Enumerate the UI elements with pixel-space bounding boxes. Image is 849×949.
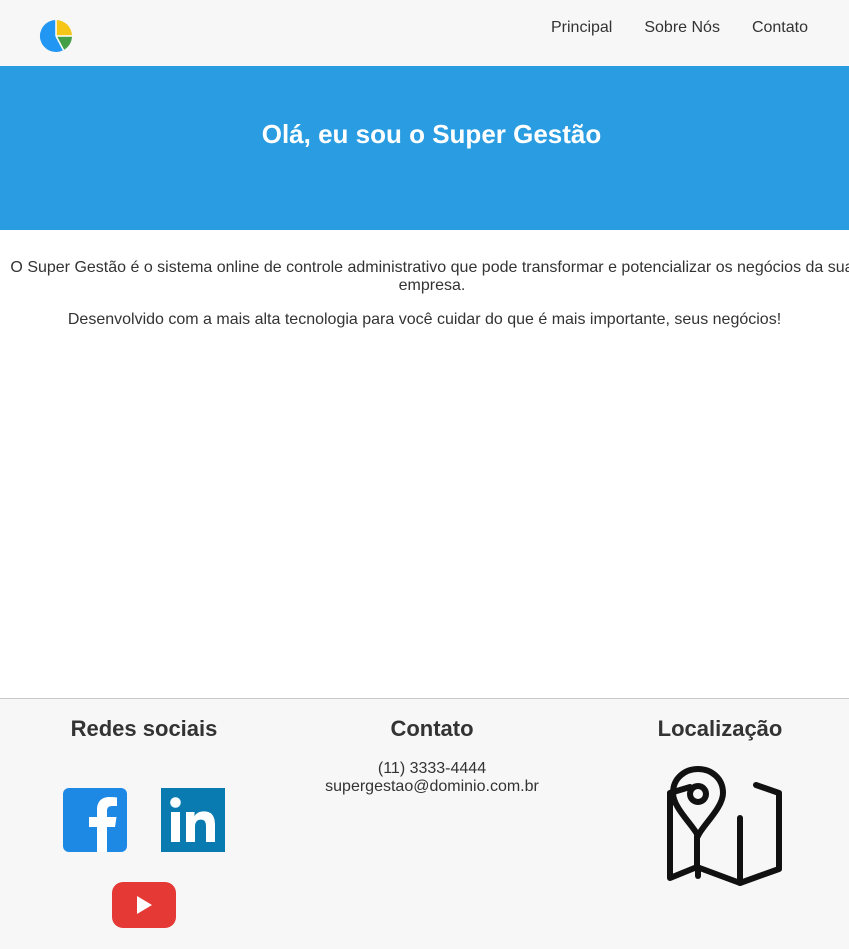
footer: Redes sociais Contato (11) 3333-4444 sup… — [0, 698, 849, 949]
facebook-icon[interactable] — [63, 788, 127, 852]
map-icon[interactable] — [654, 766, 786, 888]
tech-paragraph: Desenvolvido com a mais alta tecnologia … — [67, 311, 782, 328]
contact-email[interactable]: supergestao@dominio.com.br — [288, 778, 576, 796]
hero-title: Olá, eu sou o Super Gestão — [261, 119, 602, 149]
main-nav: Principal Sobre Nós Contato — [551, 18, 808, 38]
nav-link-sobre-nos[interactable]: Sobre Nós — [644, 18, 720, 38]
header: Principal Sobre Nós Contato — [0, 0, 849, 66]
location-title: Localização — [657, 716, 783, 741]
footer-contact-section: Contato (11) 3333-4444 supergestao@domin… — [288, 716, 576, 796]
intro-paragraph: O Super Gestão é o sistema online de con… — [10, 259, 849, 294]
contact-title: Contato — [390, 716, 474, 741]
footer-social-section: Redes sociais — [0, 716, 288, 928]
contact-phone: (11) 3333-4444 — [377, 760, 487, 777]
hero-banner: Olá, eu sou o Super Gestão — [0, 66, 849, 230]
nav-link-contato[interactable]: Contato — [752, 18, 808, 38]
linkedin-icon[interactable] — [161, 788, 225, 852]
pie-chart-logo-icon[interactable] — [39, 19, 73, 53]
footer-location-section: Localização — [576, 716, 849, 886]
youtube-icon[interactable] — [112, 882, 176, 928]
nav-link-principal[interactable]: Principal — [551, 18, 612, 38]
main-content: O Super Gestão é o sistema online de con… — [0, 259, 849, 345]
social-title: Redes sociais — [70, 716, 218, 741]
